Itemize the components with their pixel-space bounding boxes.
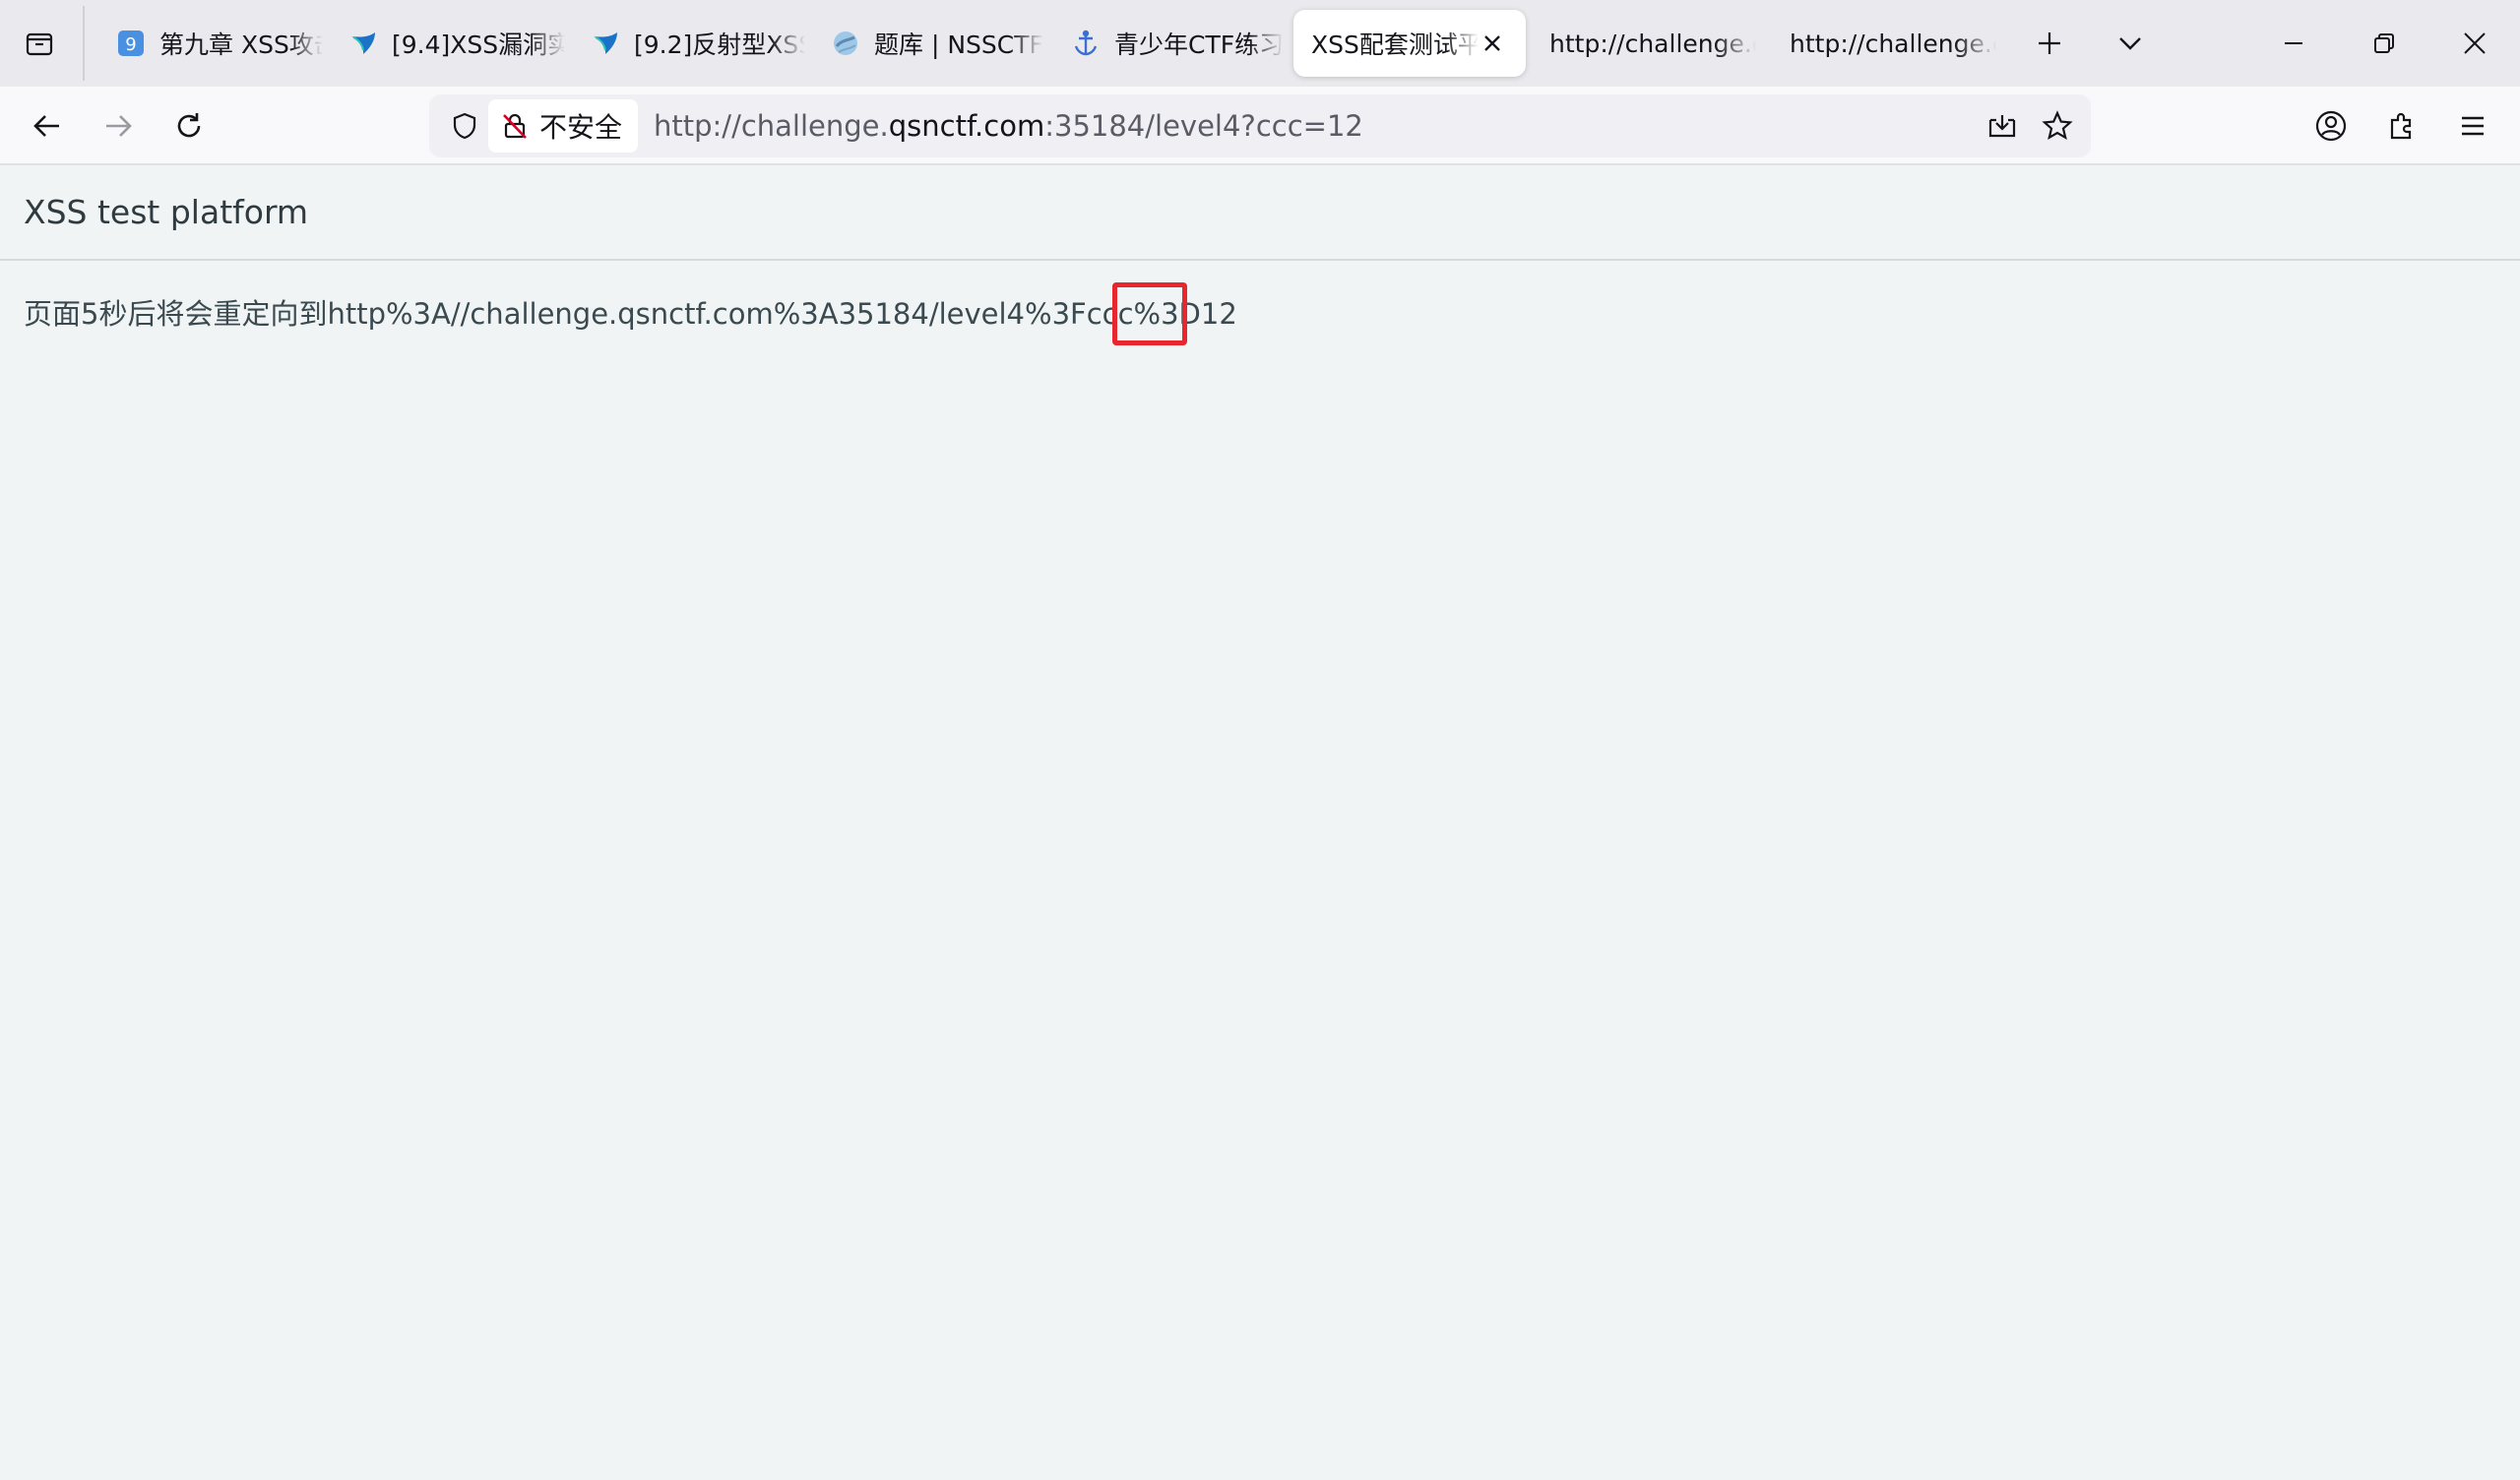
- url-prefix: http://challenge.: [654, 109, 889, 143]
- tab-label: 第九章 XSS攻击: [159, 31, 323, 59]
- annotation-highlight-box: [1112, 282, 1187, 345]
- restore-icon: [2372, 31, 2396, 55]
- url-suffix: :35184/level4?ccc=12: [1044, 109, 1363, 143]
- download-tray-icon: [1986, 110, 2018, 142]
- address-bar[interactable]: 不安全 http://challenge.qsnctf.com:35184/le…: [429, 94, 2091, 157]
- close-icon: [2462, 31, 2488, 56]
- tab-label: XSS配套测试平台: [1311, 31, 1479, 59]
- shield-icon: [450, 111, 479, 141]
- close-tab-button[interactable]: [1477, 28, 1508, 59]
- puzzle-icon: [2386, 110, 2418, 142]
- page-title: XSS test platform: [24, 193, 309, 231]
- tab-label: http://challenge.q: [1549, 29, 1756, 58]
- tab-label: http://challenge.q: [1790, 29, 1996, 58]
- restore-button[interactable]: [2355, 14, 2414, 73]
- tab-challenge-2[interactable]: http://challenge.q: [1772, 10, 2012, 77]
- extensions-button[interactable]: [2374, 98, 2429, 154]
- tab-label: [9.4]XSS漏洞实: [392, 31, 565, 59]
- forward-button[interactable]: [91, 98, 146, 154]
- app-menu-button[interactable]: [2445, 98, 2500, 154]
- page-header: XSS test platform: [0, 165, 2520, 261]
- tab-youth-ctf[interactable]: 青少年CTF练习: [1045, 10, 1293, 77]
- account-icon: [2314, 109, 2348, 143]
- svg-text:9: 9: [125, 34, 136, 55]
- arrow-right-icon: [102, 110, 134, 142]
- bird-logo-icon: [591, 29, 620, 58]
- tab-strip-divider: [83, 6, 85, 81]
- number-9-icon: 9: [116, 29, 146, 58]
- bird-logo-icon: [348, 29, 378, 58]
- hamburger-menu-icon: [2458, 111, 2488, 141]
- url-host: qsnctf.com: [888, 109, 1045, 143]
- close-icon: [1482, 33, 1502, 53]
- tab-nssctf[interactable]: 题库 | NSSCTF: [805, 10, 1045, 77]
- tab-list-button[interactable]: [14, 20, 65, 67]
- globe-icon: [831, 29, 860, 58]
- tab-label: [9.2]反射型XSS: [634, 31, 805, 59]
- reload-button[interactable]: [161, 98, 217, 154]
- redirect-message: 页面5秒后将会重定向到http%3A//challenge.qsnctf.com…: [24, 297, 1237, 331]
- minimize-icon: [2282, 31, 2305, 55]
- tab-xss-chapter[interactable]: 9 第九章 XSS攻击: [91, 10, 323, 77]
- navigation-toolbar: 不安全 http://challenge.qsnctf.com:35184/le…: [0, 87, 2520, 165]
- anchor-logo-icon: [1071, 29, 1101, 58]
- new-tab-button[interactable]: [2026, 20, 2073, 67]
- reload-icon: [173, 110, 205, 142]
- tab-xss-test-platform[interactable]: XSS配套测试平台: [1293, 10, 1526, 77]
- tracking-protection-button[interactable]: [441, 102, 488, 150]
- chevron-down-icon: [2116, 30, 2144, 57]
- tab-strip: 9 第九章 XSS攻击 [9.4]XSS漏洞实 [9.2]反射型XSS 题库 |…: [0, 0, 2520, 87]
- back-button[interactable]: [20, 98, 75, 154]
- close-window-button[interactable]: [2445, 14, 2504, 73]
- tab-reflected-xss-9-2[interactable]: [9.2]反射型XSS: [565, 10, 805, 77]
- list-all-tabs-button[interactable]: [2107, 20, 2154, 67]
- minimize-button[interactable]: [2264, 14, 2323, 73]
- save-page-button[interactable]: [1979, 102, 2026, 150]
- tab-label: 青少年CTF练习: [1114, 31, 1285, 59]
- tab-xss-lab-9-4[interactable]: [9.4]XSS漏洞实: [323, 10, 565, 77]
- bookmark-button[interactable]: [2034, 102, 2081, 150]
- site-security-button[interactable]: 不安全: [488, 99, 639, 153]
- broken-lock-icon: [500, 111, 530, 141]
- plus-icon: [2036, 30, 2063, 57]
- account-button[interactable]: [2303, 98, 2359, 154]
- star-icon: [2042, 110, 2073, 142]
- tab-label: 题库 | NSSCTF: [874, 31, 1043, 59]
- tab-groups-icon: [24, 28, 55, 59]
- security-label: 不安全: [539, 111, 623, 144]
- url-text[interactable]: http://challenge.qsnctf.com:35184/level4…: [654, 94, 1363, 157]
- arrow-left-icon: [32, 110, 63, 142]
- tab-challenge-1[interactable]: http://challenge.q: [1532, 10, 1772, 77]
